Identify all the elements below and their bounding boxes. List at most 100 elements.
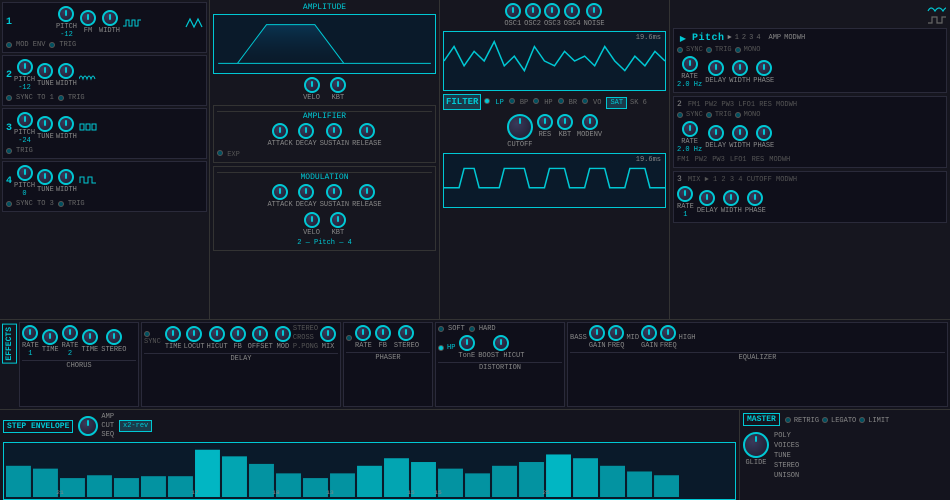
lfo1-delay-knob[interactable] [708,60,724,76]
lfo-wave2-selector[interactable] [927,15,947,25]
lfo2-phase-knob[interactable] [756,125,772,141]
retrig-led[interactable] [785,417,791,423]
sat-badge[interactable]: SAT [606,97,627,109]
delay-locut-knob[interactable] [186,326,202,342]
lfo1-sync-led[interactable] [677,47,683,53]
osc3-wave-icon[interactable] [79,122,97,132]
osc4-sync-led[interactable] [6,201,12,207]
lfo1-trig-led[interactable] [706,47,712,53]
osc3-width-knob[interactable] [58,116,74,132]
filter-vo-led[interactable] [582,98,588,104]
osc2-mix-knob[interactable] [525,3,541,19]
filter-hp-btn[interactable]: HP [542,98,554,108]
filter-modenv-knob[interactable] [582,114,598,130]
lfo-wave-selector[interactable] [927,3,947,13]
filter-hp-led[interactable] [533,98,539,104]
master-glide-knob[interactable] [743,432,769,458]
legato-led[interactable] [822,417,828,423]
filter-res-knob[interactable] [537,114,553,130]
lfo1-play-btn[interactable]: ▶ [677,32,689,44]
mod-sustain-knob[interactable] [326,184,342,200]
delay-mix-knob[interactable] [320,326,336,342]
osc2-width-knob[interactable] [58,63,74,79]
phaser-rate-knob[interactable] [355,325,371,341]
osc1-pitch-knob[interactable] [58,6,74,22]
osc1-modenv-led[interactable] [6,42,12,48]
noise-mix-knob[interactable] [586,3,602,19]
distortion-tone-knob[interactable] [459,335,475,351]
lfo2-width-knob[interactable] [732,125,748,141]
osc3-trig-led[interactable] [6,148,12,154]
eq-mid-gain-knob[interactable] [641,325,657,341]
eq-mid-freq-knob[interactable] [660,325,676,341]
osc2-sync-led[interactable] [6,95,12,101]
osc3-pitch-knob[interactable] [17,112,33,128]
lfo2-rate-knob[interactable] [682,121,698,137]
osc4-tune-knob[interactable] [37,169,53,185]
osc1-fm-knob[interactable] [80,10,96,26]
cutoff-knob[interactable] [507,114,533,140]
lfo2-delay-knob[interactable] [708,125,724,141]
osc1-waveform-selector[interactable] [185,17,203,29]
amp-sustain-knob[interactable] [326,123,342,139]
osc4-width-knob[interactable] [58,169,74,185]
amp-kbt-knob[interactable] [330,77,346,93]
filter-lp-led[interactable] [484,98,490,104]
filter-kbt-knob[interactable] [557,114,573,130]
phaser-fb-knob[interactable] [375,325,391,341]
chorus-rate2-knob[interactable] [62,325,78,341]
lfo3-width-knob[interactable] [723,190,739,206]
filter-br-btn[interactable]: BR [567,98,579,108]
mod-attack-knob[interactable] [272,184,288,200]
amp-attack-knob[interactable] [272,123,288,139]
osc4-mix-knob[interactable] [564,3,580,19]
mod-release-knob[interactable] [359,184,375,200]
distortion-soft-led[interactable] [438,326,444,332]
osc1-width-knob[interactable] [102,10,118,26]
delay-sync-led[interactable] [144,331,150,337]
mod-decay-knob[interactable] [298,184,314,200]
osc4-trig-led[interactable] [58,201,64,207]
amp-release-knob[interactable] [359,123,375,139]
step-env-knob[interactable] [78,416,98,436]
lfo3-delay-knob[interactable] [699,190,715,206]
chorus-rate1-knob[interactable] [22,325,38,341]
eq-bass-gain-knob[interactable] [589,325,605,341]
lfo1-rate-knob[interactable] [682,56,698,72]
phaser-stereo-knob[interactable] [398,325,414,341]
lfo2-sync-led[interactable] [677,112,683,118]
distortion-boost-knob[interactable] [493,335,509,351]
amp-velo-knob[interactable] [304,77,320,93]
filter-bp-btn[interactable]: BP [518,98,530,108]
osc4-wave-icon[interactable] [79,175,97,185]
delay-fb-knob[interactable] [230,326,246,342]
chorus-time1-knob[interactable] [42,329,58,345]
lfo1-mono-led[interactable] [735,47,741,53]
delay-hicut-knob[interactable] [209,326,225,342]
filter-vo-btn[interactable]: VO [591,98,603,108]
lfo3-rate-knob[interactable] [677,186,693,202]
delay-mod-knob[interactable] [275,326,291,342]
chorus-stereo-knob[interactable] [106,329,122,345]
osc1-trig-led[interactable] [49,42,55,48]
eq-bass-freq-knob[interactable] [608,325,624,341]
mod-velo-knob[interactable] [304,212,320,228]
phaser-led[interactable] [346,335,352,341]
delay-offset-knob[interactable] [252,326,268,342]
osc1-mix-knob[interactable] [505,3,521,19]
lfo3-phase-knob[interactable] [747,190,763,206]
chorus-time2-knob[interactable] [82,329,98,345]
lfo1-width-knob[interactable] [732,60,748,76]
osc1-wave-icon[interactable] [123,18,141,28]
osc3-tune-knob[interactable] [37,116,53,132]
mod-kbt-knob[interactable] [330,212,346,228]
filter-bp-led[interactable] [509,98,515,104]
osc4-pitch-knob[interactable] [17,165,33,181]
lfo1-phase-knob[interactable] [756,60,772,76]
distortion-hp-led[interactable] [438,345,444,351]
filter-br-led[interactable] [558,98,564,104]
osc2-wave-icon[interactable] [79,71,97,81]
limit-led[interactable] [859,417,865,423]
osc2-tune-knob[interactable] [37,63,53,79]
delay-time-knob[interactable] [165,326,181,342]
